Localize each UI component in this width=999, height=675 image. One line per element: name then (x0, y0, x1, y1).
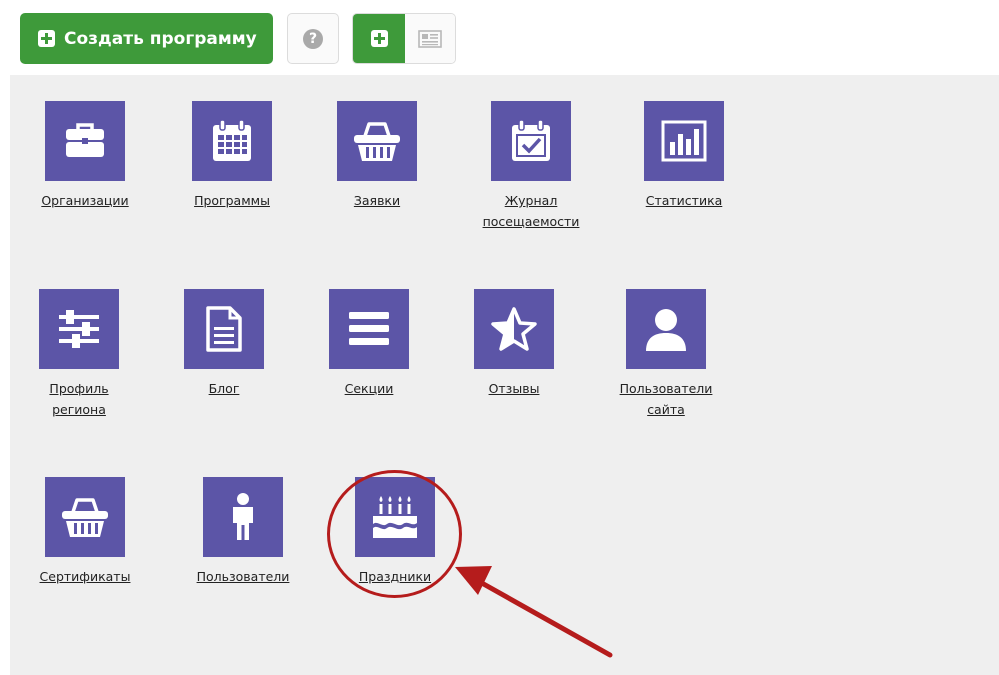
tile-label: Пользователи (196, 569, 290, 584)
create-program-button[interactable]: Создать программу (20, 13, 273, 64)
tile-icon-box (39, 289, 119, 369)
tile-label: Пользователи сайта (619, 381, 713, 417)
plus-square-icon (370, 30, 388, 47)
tile-icon-box (626, 289, 706, 369)
list-view-icon (418, 29, 442, 48)
help-button[interactable]: ? (287, 13, 339, 64)
tile-icon-box (337, 101, 417, 181)
tile-reviews[interactable]: Отзывы (449, 289, 579, 399)
tile-label: Заявки (353, 193, 401, 208)
tile-sections[interactable]: Секции (304, 289, 434, 399)
calendar-check-icon (512, 119, 550, 161)
tile-statistics[interactable]: Статистика (619, 101, 749, 211)
tile-icon-box (45, 477, 125, 557)
plus-square-icon (38, 30, 55, 47)
star-half-icon (491, 307, 537, 351)
tile-users[interactable]: Пользователи (178, 477, 308, 587)
tile-label: Программы (194, 193, 270, 208)
list-icon (349, 312, 389, 345)
basket-icon (62, 498, 108, 537)
tile-label: Сертификаты (39, 569, 131, 584)
person-icon (233, 493, 253, 540)
basket-icon (354, 122, 400, 161)
tile-attendance-journal[interactable]: Журнал посещаемости (466, 101, 596, 232)
tile-view-button[interactable] (353, 14, 405, 63)
question-circle-icon: ? (303, 28, 323, 49)
briefcase-icon (66, 123, 104, 157)
tile-blog[interactable]: Блог (159, 289, 289, 399)
tile-label: Журнал посещаемости (482, 193, 580, 229)
tile-label: Праздники (358, 569, 432, 584)
tile-icon-box (192, 101, 272, 181)
document-icon (206, 306, 242, 352)
tile-holidays[interactable]: Праздники (330, 477, 460, 587)
tile-icon-box (45, 101, 125, 181)
user-icon (646, 309, 686, 351)
tile-icon-box (491, 101, 571, 181)
tile-certificates[interactable]: Сертификаты (20, 477, 150, 587)
tile-label: Профиль региона (49, 381, 109, 417)
tile-icon-box (329, 289, 409, 369)
calendar-icon (213, 119, 251, 161)
create-program-label: Создать программу (64, 28, 257, 49)
tile-icon-box (474, 289, 554, 369)
sliders-icon (59, 310, 99, 348)
tile-applications[interactable]: Заявки (312, 101, 442, 211)
toolbar: Создать программу ? (0, 0, 999, 74)
tile-icon-box (184, 289, 264, 369)
tile-label: Организации (41, 193, 129, 208)
tile-label: Отзывы (488, 381, 540, 396)
tile-site-users[interactable]: Пользователи сайта (601, 289, 731, 420)
tile-programs[interactable]: Программы (167, 101, 297, 211)
view-toggle (352, 13, 456, 64)
tile-region-profile[interactable]: Профиль региона (14, 289, 144, 420)
tile-icon-box (644, 101, 724, 181)
tile-icon-box (355, 477, 435, 557)
tile-label: Статистика (645, 193, 723, 208)
list-view-button[interactable] (405, 14, 455, 63)
tile-label: Блог (208, 381, 240, 396)
tile-icon-box (203, 477, 283, 557)
birthday-cake-icon (373, 496, 417, 538)
bar-chart-icon (661, 120, 707, 162)
tile-organizations[interactable]: Организации (20, 101, 150, 211)
tile-label: Секции (344, 381, 394, 396)
